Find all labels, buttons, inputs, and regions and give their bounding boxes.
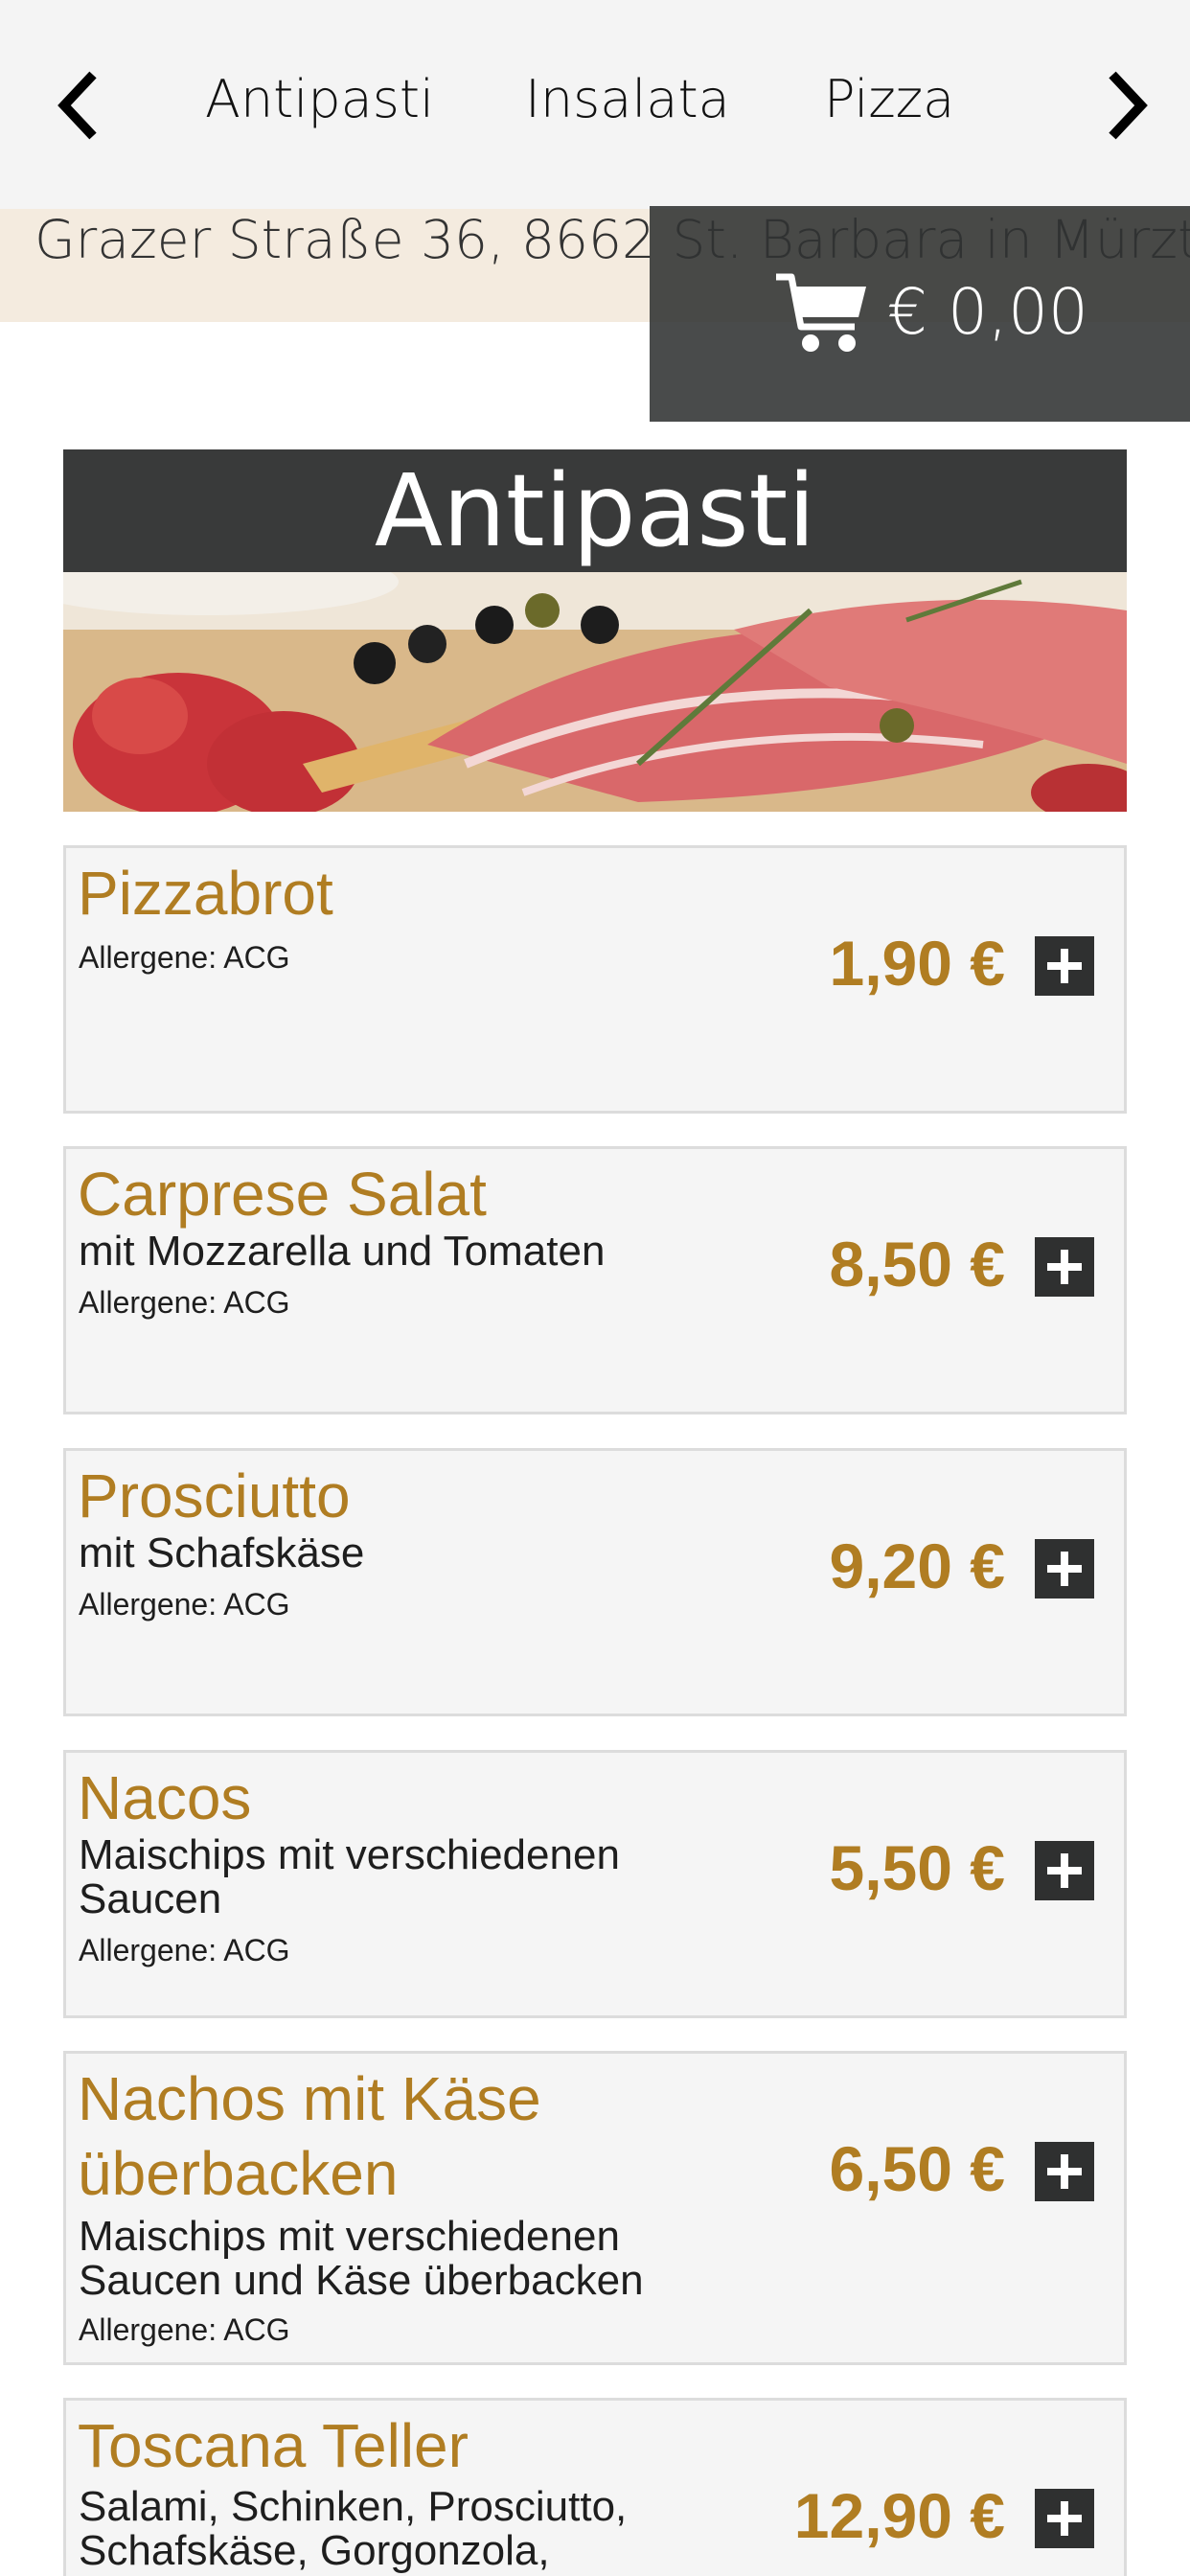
item-name: Prosciutto (78, 1461, 351, 1530)
chevron-left-icon[interactable] (53, 67, 110, 144)
add-to-cart-button[interactable] (1035, 1841, 1094, 1900)
section-header: Antipasti (63, 449, 1127, 572)
tab-antipasti[interactable]: Antipasti (205, 69, 434, 129)
chevron-right-icon[interactable] (1095, 67, 1153, 144)
item-price: 12,90 € (793, 2480, 1005, 2551)
item-allergens: Allergene: ACG (79, 1285, 290, 1320)
item-name: Nachos mit Käse überbacken (78, 2064, 541, 2208)
menu-item-card: Toscana Teller Salami, Schinken, Prosciu… (63, 2398, 1127, 2576)
item-price: 1,90 € (829, 928, 1006, 999)
item-allergens: Allergene: ACG (79, 1933, 290, 1967)
item-description: Maischips mit verschiedenen Saucen (79, 1831, 620, 1922)
item-description: Salami, Schinken, Prosciutto, Schafskäse… (79, 2483, 628, 2574)
item-price: 5,50 € (829, 1832, 1006, 1903)
item-description: mit Schafskäse (79, 1530, 365, 1576)
menu-item-card: Pizzabrot Allergene: ACG 1,90 € (63, 845, 1127, 1114)
add-to-cart-button[interactable] (1035, 936, 1094, 996)
item-description: mit Mozzarella und Tomaten (79, 1228, 606, 1275)
item-name: Toscana Teller (78, 2411, 469, 2480)
menu-item-card: Nachos mit Käse überbacken Maischips mit… (63, 2051, 1127, 2365)
cart-button[interactable]: € 0,00 (650, 206, 1190, 422)
item-description: Maischips mit verschiedenen Saucen und K… (79, 2213, 644, 2304)
cart-icon (776, 273, 866, 352)
item-price: 6,50 € (829, 2133, 1006, 2204)
antipasti-photo (63, 572, 1127, 812)
menu-item-card: Nacos Maischips mit verschiedenen Saucen… (63, 1750, 1127, 2018)
menu-item-card: Carprese Salat mit Mozzarella und Tomate… (63, 1146, 1127, 1414)
tab-pizza[interactable]: Pizza (824, 69, 954, 129)
item-price: 8,50 € (829, 1229, 1006, 1300)
item-name: Nacos (78, 1763, 252, 1832)
item-allergens: Allergene: ACG (79, 940, 290, 975)
item-name: Pizzabrot (78, 859, 333, 928)
add-to-cart-button[interactable] (1035, 1237, 1094, 1297)
section-title: Antipasti (374, 452, 816, 569)
item-allergens: Allergene: ACG (79, 2312, 290, 2347)
item-allergens: Allergene: ACG (79, 1587, 290, 1622)
add-to-cart-button[interactable] (1035, 2142, 1094, 2201)
add-to-cart-button[interactable] (1035, 1539, 1094, 1598)
category-nav: Antipasti Insalata Pizza (0, 0, 1190, 209)
cart-total: € 0,00 (887, 275, 1088, 349)
tab-insalata[interactable]: Insalata (525, 69, 730, 129)
add-to-cart-button[interactable] (1035, 2489, 1094, 2548)
menu-item-card: Prosciutto mit Schafskäse Allergene: ACG… (63, 1448, 1127, 1716)
item-name: Carprese Salat (78, 1160, 487, 1229)
item-price: 9,20 € (829, 1530, 1006, 1601)
